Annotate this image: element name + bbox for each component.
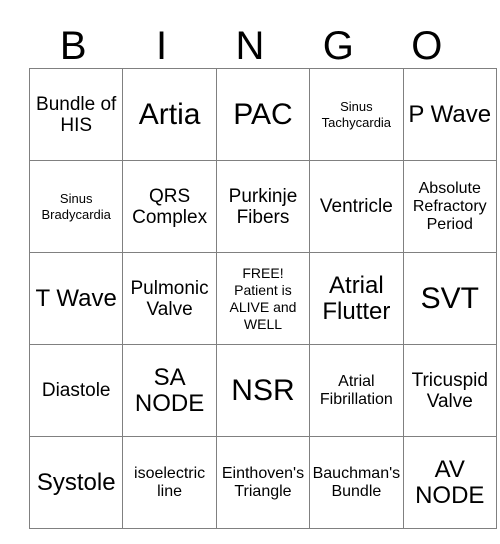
bingo-cell-label: Artia bbox=[138, 98, 201, 131]
bingo-cell-i4[interactable]: SA NODE bbox=[122, 344, 217, 437]
bingo-cell-label: Atrial Fibrillation bbox=[319, 372, 393, 408]
bingo-row-2: Sinus Bradycardia QRS Complex Purkinje F… bbox=[28, 160, 497, 253]
bingo-cell-label: Einthoven's Triangle bbox=[221, 464, 305, 500]
bingo-cell-label: QRS Complex bbox=[132, 185, 208, 228]
bingo-cell-g3[interactable]: Atrial Flutter bbox=[309, 252, 404, 345]
bingo-row-5: Systole isoelectric line Einthoven's Tri… bbox=[28, 436, 497, 529]
bingo-cell-label: SVT bbox=[420, 282, 479, 315]
bingo-cell-label: Tricuspid Valve bbox=[411, 369, 488, 412]
bingo-cell-label: SA NODE bbox=[134, 363, 205, 417]
bingo-row-1: Bundle of HIS Artia PAC Sinus Tachycardi… bbox=[28, 68, 497, 161]
bingo-cell-label: Bauchman's Bundle bbox=[312, 464, 401, 500]
bingo-cell-o1[interactable]: P Wave bbox=[402, 68, 497, 161]
bingo-cell-label: NSR bbox=[231, 374, 295, 407]
bingo-cell-label: Atrial Flutter bbox=[322, 271, 391, 325]
bingo-card: B I N G O Bundle of HIS Artia PAC Sinus … bbox=[28, 12, 497, 529]
bingo-cell-label: isoelectric line bbox=[134, 464, 206, 500]
bingo-cell-label: Sinus Bradycardia bbox=[41, 190, 111, 222]
bingo-cell-n4[interactable]: NSR bbox=[215, 344, 311, 437]
bingo-free-space-label: FREE! Patient is ALIVE and WELL bbox=[229, 264, 297, 332]
bingo-cell-i3[interactable]: Pulmonic Valve bbox=[122, 252, 217, 345]
bingo-cell-g1[interactable]: Sinus Tachycardia bbox=[309, 68, 404, 161]
bingo-cell-b3[interactable]: T Wave bbox=[28, 252, 124, 345]
bingo-cell-g2[interactable]: Ventricle bbox=[309, 160, 404, 253]
bingo-header-letter-b: B bbox=[59, 24, 87, 68]
bingo-cell-n2[interactable]: Purkinje Fibers bbox=[215, 160, 311, 253]
bingo-cell-o3[interactable]: SVT bbox=[402, 252, 497, 345]
bingo-cell-b1[interactable]: Bundle of HIS bbox=[28, 68, 124, 161]
bingo-cell-label: Pulmonic Valve bbox=[130, 277, 209, 320]
bingo-cell-label: Absolute Refractory Period bbox=[412, 179, 487, 233]
bingo-cell-n1[interactable]: PAC bbox=[215, 68, 311, 161]
bingo-header-letter-g: G bbox=[322, 24, 354, 68]
bingo-cell-label: Bundle of HIS bbox=[36, 93, 117, 136]
bingo-cell-n5[interactable]: Einthoven's Triangle bbox=[215, 436, 311, 529]
bingo-cell-o5[interactable]: AV NODE bbox=[402, 436, 497, 529]
bingo-cell-label: Diastole bbox=[41, 380, 111, 401]
bingo-header-letter-n: N bbox=[235, 24, 265, 68]
bingo-header-row: B I N G O bbox=[29, 12, 471, 68]
bingo-cell-label: PAC bbox=[233, 98, 293, 131]
bingo-cell-b4[interactable]: Diastole bbox=[28, 344, 124, 437]
bingo-header-letter-o: O bbox=[411, 24, 443, 68]
bingo-cell-i1[interactable]: Artia bbox=[122, 68, 217, 161]
bingo-cell-label: Sinus Tachycardia bbox=[321, 98, 392, 130]
bingo-cell-i2[interactable]: QRS Complex bbox=[122, 160, 217, 253]
bingo-cell-label: P Wave bbox=[408, 100, 492, 128]
bingo-cell-i5[interactable]: isoelectric line bbox=[122, 436, 217, 529]
bingo-cell-label: Purkinje Fibers bbox=[228, 185, 298, 228]
bingo-cell-label: T Wave bbox=[35, 284, 117, 312]
bingo-cell-g4[interactable]: Atrial Fibrillation bbox=[309, 344, 404, 437]
bingo-cell-o4[interactable]: Tricuspid Valve bbox=[402, 344, 497, 437]
bingo-cell-label: AV NODE bbox=[415, 455, 485, 509]
bingo-cell-label: Ventricle bbox=[319, 196, 393, 217]
bingo-grid: Bundle of HIS Artia PAC Sinus Tachycardi… bbox=[28, 68, 497, 529]
bingo-cell-label: Systole bbox=[36, 468, 116, 496]
bingo-cell-b5[interactable]: Systole bbox=[28, 436, 124, 529]
bingo-row-3: T Wave Pulmonic Valve FREE! Patient is A… bbox=[28, 252, 497, 345]
bingo-cell-o2[interactable]: Absolute Refractory Period bbox=[402, 160, 497, 253]
bingo-cell-b2[interactable]: Sinus Bradycardia bbox=[28, 160, 124, 253]
bingo-row-4: Diastole SA NODE NSR Atrial Fibrillation… bbox=[28, 344, 497, 437]
bingo-header-letter-i: I bbox=[156, 24, 168, 68]
bingo-cell-free[interactable]: FREE! Patient is ALIVE and WELL bbox=[215, 252, 311, 345]
bingo-cell-g5[interactable]: Bauchman's Bundle bbox=[309, 436, 404, 529]
